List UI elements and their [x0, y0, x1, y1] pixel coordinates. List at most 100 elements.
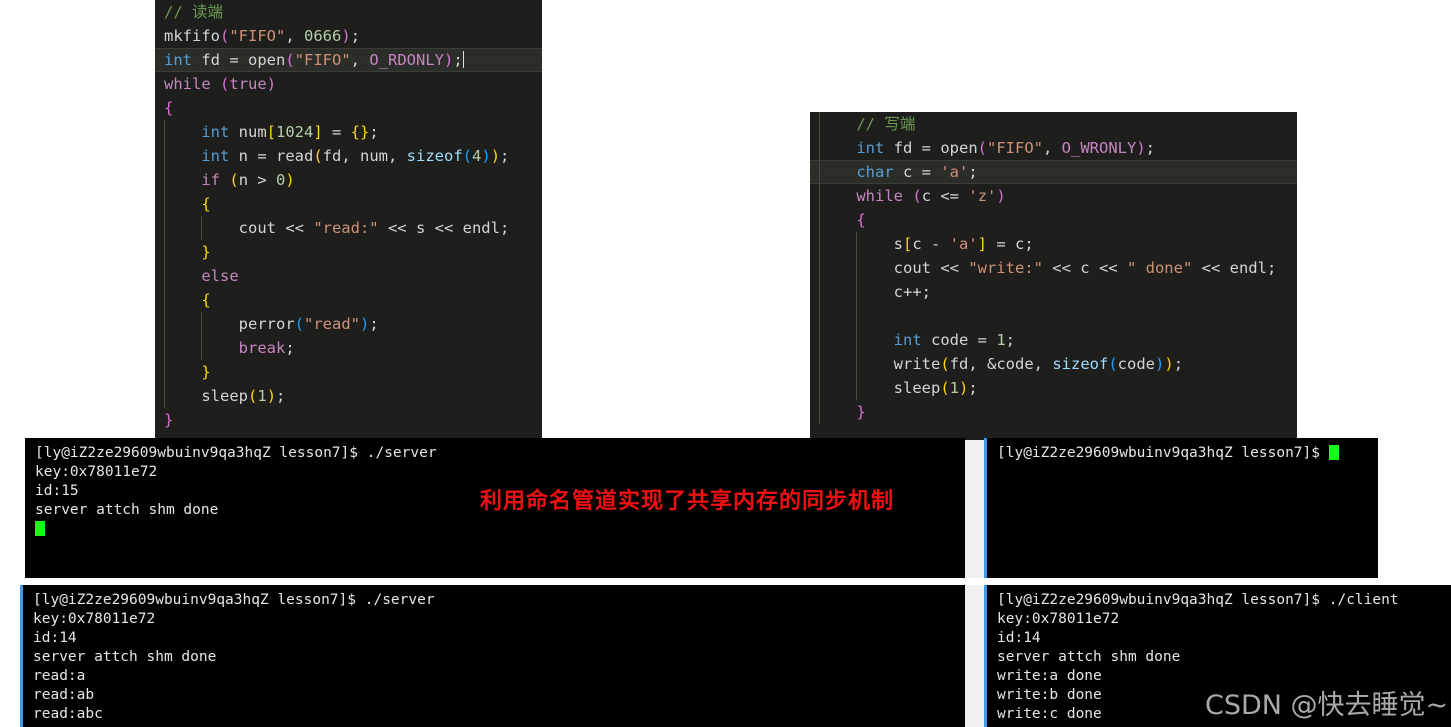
code-line[interactable]: { — [155, 96, 542, 120]
terminal-line: key:0x78011e72 — [33, 611, 156, 627]
code-token: code — [1117, 355, 1155, 373]
code-line[interactable]: s[c - 'a'] = c; — [810, 232, 1297, 256]
indent-guide — [856, 256, 857, 280]
code-token: ; — [276, 387, 286, 405]
code-line[interactable]: sleep(1); — [810, 376, 1297, 400]
code-line[interactable]: while (c <= 'z') — [810, 184, 1297, 208]
indent-guide — [856, 304, 857, 328]
code-token: s — [893, 235, 903, 253]
code-token: c - — [912, 235, 950, 253]
terminal-top-right[interactable]: [ly@iZ2ze29609wbuinv9qa3hqZ lesson7]$ — [984, 438, 1378, 578]
code-token: fd = — [192, 51, 248, 69]
code-token: ( — [940, 379, 950, 397]
terminal-bottom-right[interactable]: [ly@iZ2ze29609wbuinv9qa3hqZ lesson7]$ ./… — [984, 585, 1451, 727]
code-line[interactable]: } — [155, 360, 542, 384]
code-token: "FIFO" — [987, 139, 1043, 157]
terminal-line: id:14 — [33, 630, 77, 646]
code-token: 4 — [472, 147, 482, 165]
code-line[interactable]: { — [155, 288, 542, 312]
code-token: 1 — [257, 387, 267, 405]
code-token: ; — [285, 339, 295, 357]
code-token: "FIFO" — [229, 27, 286, 45]
code-line[interactable]: c++; — [810, 280, 1297, 304]
code-token: "read:" — [313, 219, 379, 237]
terminal-line: [ly@iZ2ze29609wbuinv9qa3hqZ lesson7]$ — [997, 444, 1378, 463]
code-line[interactable]: else — [155, 264, 542, 288]
code-token: sizeof — [406, 147, 463, 165]
code-line[interactable]: int num[1024] = {}; — [155, 120, 542, 144]
code-line[interactable]: int fd = open("FIFO", O_RDONLY); — [155, 48, 542, 72]
code-line[interactable]: } — [155, 240, 542, 264]
terminal-line: write:b done — [997, 687, 1102, 703]
code-line[interactable]: cout << "write:" << c << " done" << endl… — [810, 256, 1297, 280]
code-line[interactable]: break; — [155, 336, 542, 360]
code-token: ; — [369, 123, 379, 141]
code-line[interactable]: int fd = open("FIFO", O_WRONLY); — [810, 136, 1297, 160]
code-token: ( — [248, 387, 258, 405]
indent-guide — [164, 120, 165, 144]
code-line[interactable]: sleep(1); — [155, 384, 542, 408]
code-token: ( — [977, 139, 987, 157]
code-line[interactable]: { — [810, 208, 1297, 232]
code-line[interactable] — [810, 304, 1297, 328]
code-token: while — [164, 75, 211, 93]
code-line[interactable]: perror("read"); — [155, 312, 542, 336]
code-token: { — [201, 195, 211, 213]
code-token: ) — [360, 315, 370, 333]
code-line[interactable]: { — [155, 192, 542, 216]
code-token: ] — [313, 123, 323, 141]
indent-guide — [856, 376, 857, 400]
terminal-cursor — [1328, 445, 1339, 460]
code-line[interactable]: char c = 'a'; — [810, 160, 1297, 184]
code-token: ) — [996, 187, 1006, 205]
code-line[interactable]: write(fd, &code, sizeof(code)); — [810, 352, 1297, 376]
indent-guide — [819, 280, 820, 304]
code-line[interactable]: // 读端 — [155, 0, 542, 24]
reader-code-editor[interactable]: // 读端 mkfifo("FIFO", 0666); int fd = open(… — [155, 0, 542, 440]
red-annotation-text: 利用命名管道实现了共享内存的同步机制 — [480, 489, 895, 514]
code-token: "write:" — [968, 259, 1043, 277]
code-line[interactable]: cout << "read:" << s << endl; — [155, 216, 542, 240]
indent-guide — [819, 232, 820, 256]
terminal-line: read:ab — [33, 687, 95, 703]
code-token: while — [856, 187, 903, 205]
code-line[interactable]: mkfifo("FIFO", 0666); — [155, 24, 542, 48]
indent-guide — [856, 280, 857, 304]
code-token: sleep — [201, 387, 248, 405]
code-token: ( — [294, 315, 304, 333]
code-token: , — [1043, 139, 1062, 157]
code-token: else — [201, 267, 239, 285]
code-line[interactable]: } — [155, 408, 542, 432]
terminal-line: write:a done — [997, 668, 1102, 684]
indent-guide — [819, 112, 820, 136]
code-token: " done" — [1126, 259, 1193, 277]
indent-guide — [856, 232, 857, 256]
code-token: char — [856, 163, 894, 181]
code-token: } — [201, 243, 211, 261]
code-token: {} — [350, 123, 370, 141]
code-line[interactable]: if (n > 0) — [155, 168, 542, 192]
writer-code-editor[interactable]: // 写端 int fd = open("FIFO", O_WRONLY); c… — [810, 112, 1297, 440]
code-token: ( — [1108, 355, 1118, 373]
code-line[interactable]: int n = read(fd, num, sizeof(4)); — [155, 144, 542, 168]
code-token: read — [276, 147, 314, 165]
code-token: << — [930, 259, 969, 277]
indent-guide — [164, 288, 165, 312]
terminal-bottom-left[interactable]: [ly@iZ2ze29609wbuinv9qa3hqZ lesson7]$ ./… — [20, 585, 965, 727]
indent-guide — [164, 240, 165, 264]
code-token: [ — [903, 235, 913, 253]
code-token: ] — [977, 235, 988, 253]
code-token: << — [1192, 259, 1230, 277]
code-token: c++; — [893, 283, 931, 301]
code-line[interactable]: // 写端 — [810, 112, 1297, 136]
terminal-line — [35, 520, 965, 539]
code-line[interactable]: while (true) — [155, 72, 542, 96]
code-line[interactable]: int code = 1; — [810, 328, 1297, 352]
code-line[interactable]: } — [810, 400, 1297, 424]
code-token: ; — [369, 315, 379, 333]
